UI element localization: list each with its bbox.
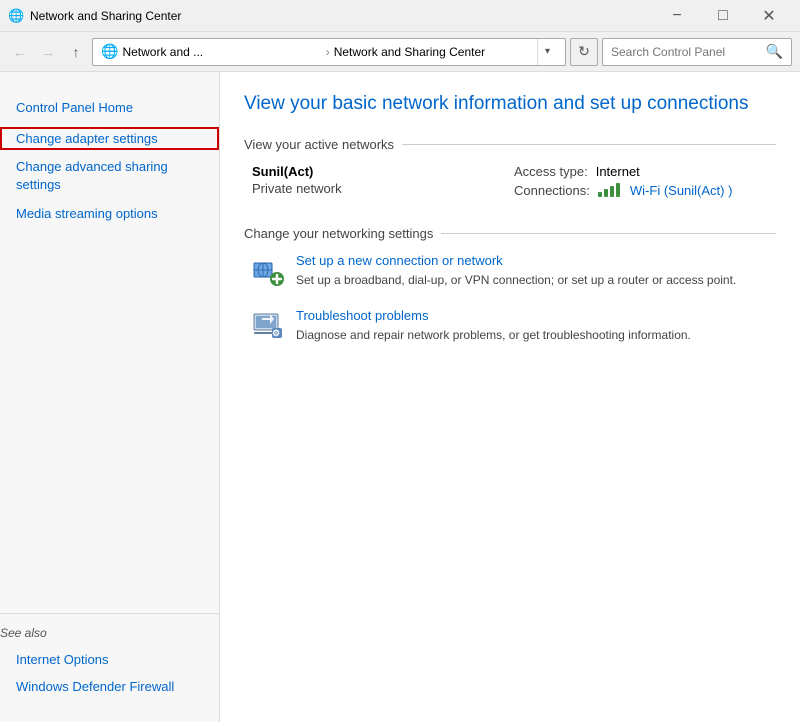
sidebar-item-change-adapter[interactable]: Change adapter settings xyxy=(0,127,219,150)
address-part2: Network and Sharing Center xyxy=(334,45,533,59)
new-connection-svg xyxy=(252,255,284,287)
address-separator: › xyxy=(326,45,330,59)
troubleshoot-link[interactable]: Troubleshoot problems xyxy=(296,308,428,323)
troubleshoot-svg: ⚙ xyxy=(252,310,284,342)
network-type: Private network xyxy=(252,181,514,196)
see-also-label: See also xyxy=(0,626,219,640)
section-divider xyxy=(402,144,776,145)
networking-section-divider xyxy=(441,233,776,234)
wifi-bar-4 xyxy=(616,183,620,197)
forward-button[interactable]: → xyxy=(36,40,60,64)
new-connection-icon xyxy=(252,255,284,287)
access-type-value: Internet xyxy=(596,164,640,179)
sidebar-item-windows-defender[interactable]: Windows Defender Firewall xyxy=(0,675,219,698)
svg-text:⚙: ⚙ xyxy=(272,328,280,338)
back-button[interactable]: ← xyxy=(8,40,32,64)
app-icon: 🌐 xyxy=(8,8,24,24)
new-connection-content: Set up a new connection or network Set u… xyxy=(296,253,776,289)
content-area: View your basic network information and … xyxy=(220,72,800,722)
sidebar-bottom: See also Internet Options Windows Defend… xyxy=(0,613,219,706)
title-bar-left: 🌐 Network and Sharing Center xyxy=(8,8,181,24)
settings-item-new-connection: Set up a new connection or network Set u… xyxy=(252,253,776,289)
networking-settings-header: Change your networking settings xyxy=(244,226,776,241)
page-title: View your basic network information and … xyxy=(244,92,776,117)
wifi-icon xyxy=(598,183,620,197)
network-left: Sunil(Act) Private network xyxy=(252,164,514,202)
new-connection-desc: Set up a broadband, dial-up, or VPN conn… xyxy=(296,272,776,289)
wifi-bar-2 xyxy=(604,189,608,197)
new-connection-link[interactable]: Set up a new connection or network xyxy=(296,253,503,268)
troubleshoot-desc: Diagnose and repair network problems, or… xyxy=(296,327,776,344)
sidebar: Control Panel Home Change adapter settin… xyxy=(0,72,220,722)
maximize-button[interactable]: □ xyxy=(700,0,746,32)
connections-link[interactable]: Wi-Fi (Sunil(Act) ) xyxy=(630,183,733,198)
refresh-button[interactable]: ↻ xyxy=(570,38,598,66)
address-icon: 🌐 xyxy=(101,43,118,60)
access-type-row: Access type: Internet xyxy=(514,164,776,179)
settings-list: Set up a new connection or network Set u… xyxy=(252,253,776,345)
sidebar-item-media-streaming[interactable]: Media streaming options xyxy=(0,202,219,225)
title-bar: 🌐 Network and Sharing Center − □ ✕ xyxy=(0,0,800,32)
sidebar-item-control-panel-home[interactable]: Control Panel Home xyxy=(0,96,219,119)
sidebar-item-advanced-sharing[interactable]: Change advanced sharing settings xyxy=(0,154,219,198)
address-bar: 🌐 Network and ... › Network and Sharing … xyxy=(92,38,566,66)
sidebar-inner: Control Panel Home Change adapter settin… xyxy=(0,88,219,706)
settings-item-troubleshoot: ⚙ Troubleshoot problems Diagnose and rep… xyxy=(252,308,776,344)
search-input[interactable] xyxy=(611,45,762,59)
network-table: Sunil(Act) Private network Access type: … xyxy=(252,164,776,202)
troubleshoot-content: Troubleshoot problems Diagnose and repai… xyxy=(296,308,776,344)
wifi-bar-3 xyxy=(610,186,614,197)
connections-row: Connections: Wi-Fi (Sunil(Act) ) xyxy=(514,183,776,198)
window-controls: − □ ✕ xyxy=(654,0,792,32)
search-button[interactable]: 🔍 xyxy=(766,43,783,60)
minimize-button[interactable]: − xyxy=(654,0,700,32)
networking-settings-label: Change your networking settings xyxy=(244,226,433,241)
access-type-label: Access type: xyxy=(514,164,588,179)
troubleshoot-icon: ⚙ xyxy=(252,310,284,342)
up-button[interactable]: ↑ xyxy=(64,40,88,64)
network-right: Access type: Internet Connections: Wi-Fi… xyxy=(514,164,776,202)
network-name: Sunil(Act) xyxy=(252,164,514,179)
address-part1: Network and ... xyxy=(122,45,321,59)
address-dropdown-button[interactable]: ▾ xyxy=(537,39,557,65)
connections-label: Connections: xyxy=(514,183,590,198)
sidebar-item-internet-options[interactable]: Internet Options xyxy=(0,648,219,671)
main-container: Control Panel Home Change adapter settin… xyxy=(0,72,800,722)
active-networks-label: View your active networks xyxy=(244,137,394,152)
close-button[interactable]: ✕ xyxy=(746,0,792,32)
nav-bar: ← → ↑ 🌐 Network and ... › Network and Sh… xyxy=(0,32,800,72)
wifi-bar-1 xyxy=(598,192,602,197)
active-networks-header: View your active networks xyxy=(244,137,776,152)
sidebar-top: Control Panel Home Change adapter settin… xyxy=(0,88,219,233)
search-box: 🔍 xyxy=(602,38,792,66)
window-title: Network and Sharing Center xyxy=(30,9,181,23)
